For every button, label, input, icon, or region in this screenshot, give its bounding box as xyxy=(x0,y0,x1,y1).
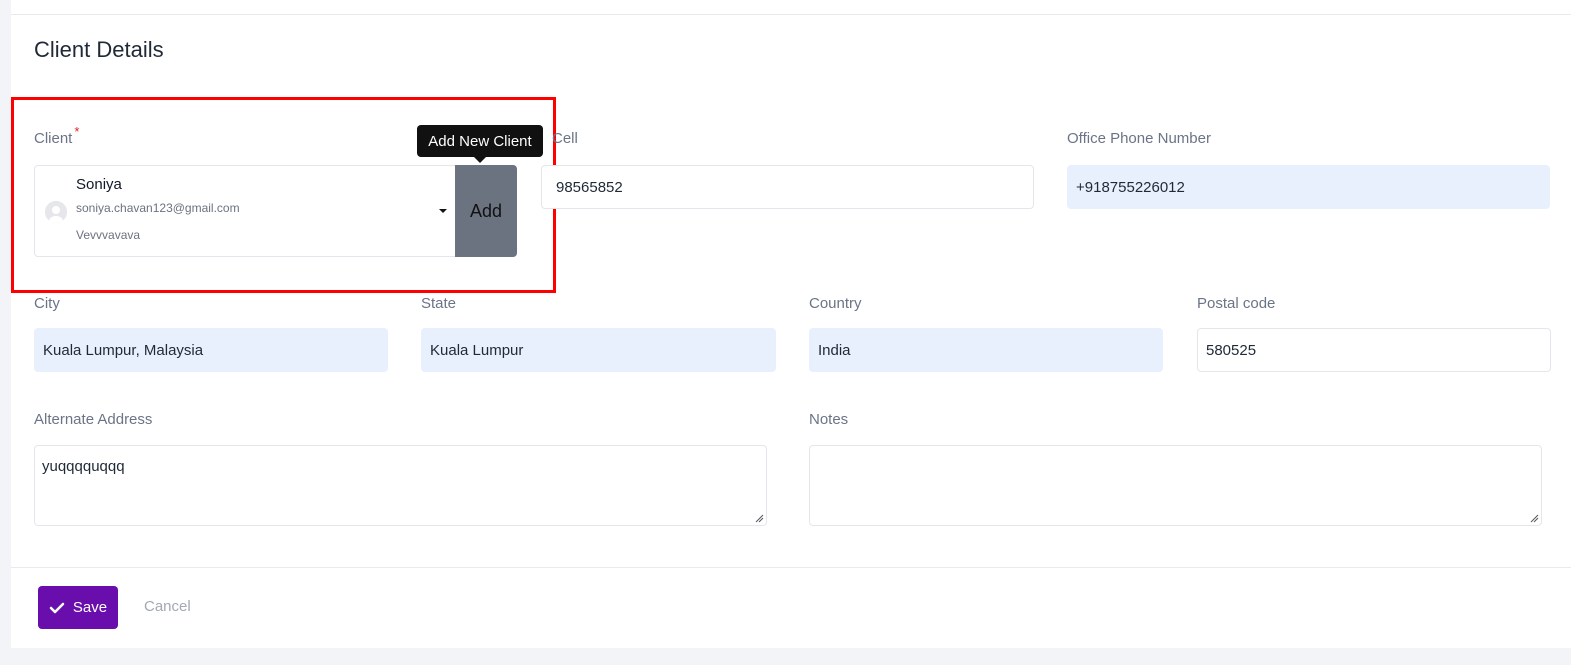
save-label: Save xyxy=(72,599,108,616)
city-value: Kuala Lumpur, Malaysia xyxy=(43,341,204,359)
save-button[interactable]: Save xyxy=(38,586,118,629)
postal-code-label: Postal code xyxy=(1197,295,1276,312)
country-input[interactable]: India xyxy=(809,328,1163,372)
state-value: Kuala Lumpur xyxy=(430,341,524,359)
resize-handle-icon[interactable] xyxy=(1529,513,1539,523)
footer-divider xyxy=(11,567,1571,568)
resize-handle-icon[interactable] xyxy=(754,513,764,523)
cell-input[interactable]: 98565852 xyxy=(541,165,1034,209)
cancel-button[interactable]: Cancel xyxy=(144,598,191,615)
page-title: Client Details xyxy=(34,37,164,62)
notes-label: Notes xyxy=(809,411,849,428)
check-icon xyxy=(49,602,65,613)
postal-code-value: 580525 xyxy=(1206,341,1257,359)
city-label: City xyxy=(34,295,60,312)
cell-label: Cell xyxy=(552,130,578,147)
top-divider xyxy=(11,14,1571,15)
country-label: Country xyxy=(809,295,862,312)
cell-value: 98565852 xyxy=(556,178,623,196)
city-input[interactable]: Kuala Lumpur, Malaysia xyxy=(34,328,388,372)
office-phone-value: +918755226012 xyxy=(1076,178,1185,196)
state-label: State xyxy=(421,295,457,312)
alternate-address-textarea[interactable]: yuqqqquqqq xyxy=(34,445,767,526)
client-details-card: Client Details Client * Soniya soniya.cha… xyxy=(11,0,1571,648)
alternate-address-value: yuqqqquqqq xyxy=(42,458,125,475)
notes-textarea[interactable] xyxy=(809,445,1542,526)
office-phone-input[interactable]: +918755226012 xyxy=(1067,165,1550,209)
office-phone-label: Office Phone Number xyxy=(1067,130,1211,147)
highlight-box xyxy=(11,97,556,293)
state-input[interactable]: Kuala Lumpur xyxy=(421,328,776,372)
alternate-address-label: Alternate Address xyxy=(34,411,153,428)
postal-code-input[interactable]: 580525 xyxy=(1197,328,1551,372)
country-value: India xyxy=(818,341,851,359)
